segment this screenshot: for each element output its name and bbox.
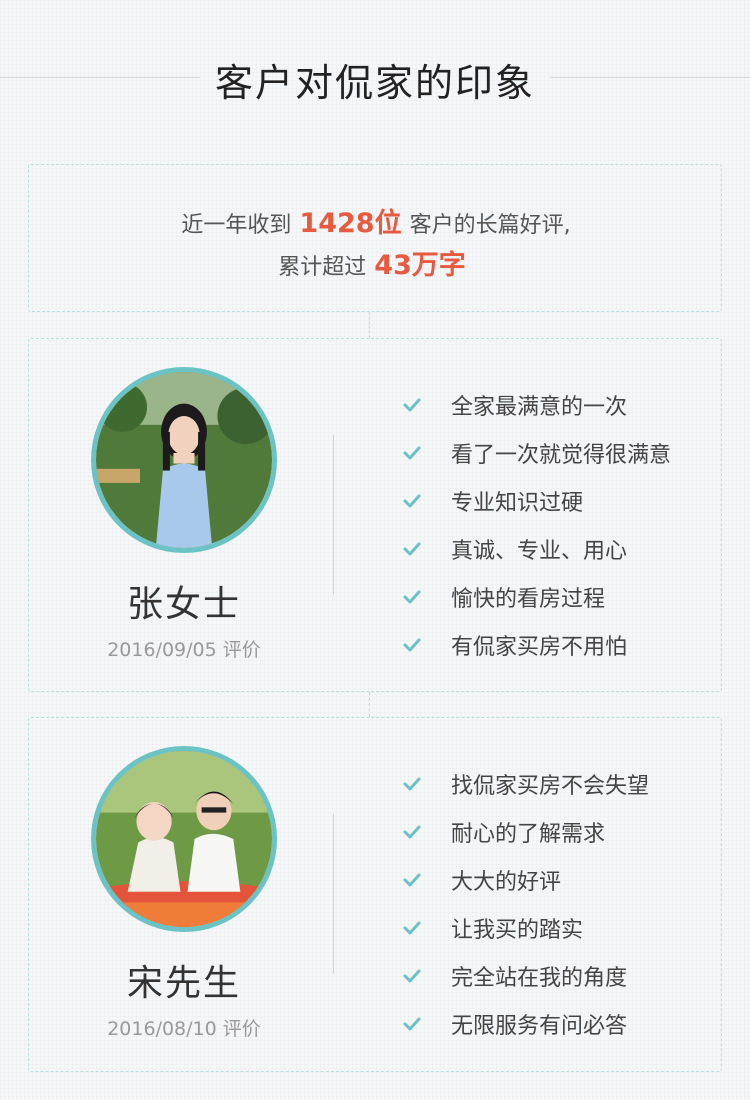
- review-tag-label: 专业知识过硬: [451, 491, 584, 516]
- word-count: 43万字: [374, 250, 466, 281]
- review-tag-label: 耐心的了解需求: [451, 822, 606, 847]
- review-tag: 看了一次就觉得很满意: [401, 429, 671, 477]
- review-tag: 大大的好评: [401, 856, 649, 904]
- review-tag-label: 看了一次就觉得很满意: [451, 443, 672, 468]
- customer-name: 宋先生: [126, 963, 241, 1004]
- card-divider: [333, 814, 334, 974]
- customer-photo-woman-icon: [96, 372, 272, 548]
- review-tag-label: 真诚、专业、用心: [451, 539, 628, 564]
- review-count: 1428位: [299, 208, 402, 239]
- customer-avatar: [91, 746, 277, 932]
- review-tag: 全家最满意的一次: [401, 381, 671, 429]
- check-icon: [401, 538, 423, 560]
- review-tag: 完全站在我的角度: [401, 952, 649, 1000]
- review-tag-label: 找侃家买房不会失望: [451, 774, 650, 799]
- customer-name: 张女士: [126, 584, 241, 625]
- review-tag-label: 有侃家买房不用怕: [451, 635, 628, 660]
- check-icon: [401, 1013, 423, 1035]
- summary-line-2: 累计超过 43万字: [29, 243, 723, 282]
- review-tag: 愉快的看房过程: [401, 573, 671, 621]
- review-tag-label: 大大的好评: [451, 870, 562, 895]
- review-tag: 有侃家买房不用怕: [401, 621, 671, 669]
- check-icon: [401, 394, 423, 416]
- summary-line-1: 近一年收到 1428位 客户的长篇好评,: [29, 201, 723, 240]
- dashed-connector: [369, 692, 370, 717]
- review-tag: 专业知识过硬: [401, 477, 671, 525]
- review-tag-label: 全家最满意的一次: [451, 395, 628, 420]
- review-tag-label: 完全站在我的角度: [451, 966, 628, 991]
- check-icon: [401, 490, 423, 512]
- review-date: 2016/08/10 评价: [107, 1018, 261, 1040]
- check-icon: [401, 773, 423, 795]
- summary-prefix-2: 累计超过: [278, 255, 367, 280]
- page-title: 客户对侃家的印象: [214, 61, 535, 105]
- review-card: 宋先生 2016/08/10 评价 找侃家买房不会失望 耐心的了解需求 大大的好…: [28, 717, 722, 1072]
- review-tag: 让我买的踏实: [401, 904, 649, 952]
- dashed-connector: [369, 312, 370, 338]
- review-tag-list: 找侃家买房不会失望 耐心的了解需求 大大的好评 让我买的踏实 完全站在我的角度 …: [401, 760, 649, 1048]
- summary-prefix-1: 近一年收到: [181, 213, 292, 238]
- header-divider-left: [0, 77, 200, 78]
- check-icon: [401, 442, 423, 464]
- review-tag-label: 愉快的看房过程: [451, 587, 606, 612]
- review-tag-label: 让我买的踏实: [451, 918, 584, 943]
- review-tag-list: 全家最满意的一次 看了一次就觉得很满意 专业知识过硬 真诚、专业、用心 愉快的看…: [401, 381, 671, 669]
- header-divider-right: [550, 77, 750, 78]
- summary-box: 近一年收到 1428位 客户的长篇好评, 累计超过 43万字: [28, 164, 722, 312]
- card-divider: [333, 435, 334, 595]
- check-icon: [401, 586, 423, 608]
- review-date: 2016/09/05 评价: [107, 639, 261, 661]
- check-icon: [401, 821, 423, 843]
- review-tag-label: 无限服务有问必答: [451, 1014, 628, 1039]
- review-tag: 真诚、专业、用心: [401, 525, 671, 573]
- check-icon: [401, 869, 423, 891]
- check-icon: [401, 965, 423, 987]
- check-icon: [401, 917, 423, 939]
- review-tag: 找侃家买房不会失望: [401, 760, 649, 808]
- review-card: 张女士 2016/09/05 评价 全家最满意的一次 看了一次就觉得很满意 专业…: [28, 338, 722, 692]
- customer-photo-couple-icon: [96, 751, 272, 927]
- section-header: 客户对侃家的印象: [0, 48, 750, 108]
- check-icon: [401, 634, 423, 656]
- customer-avatar: [91, 367, 277, 553]
- review-tag: 耐心的了解需求: [401, 808, 649, 856]
- summary-suffix-1: 客户的长篇好评,: [409, 213, 571, 238]
- review-tag: 无限服务有问必答: [401, 1000, 649, 1048]
